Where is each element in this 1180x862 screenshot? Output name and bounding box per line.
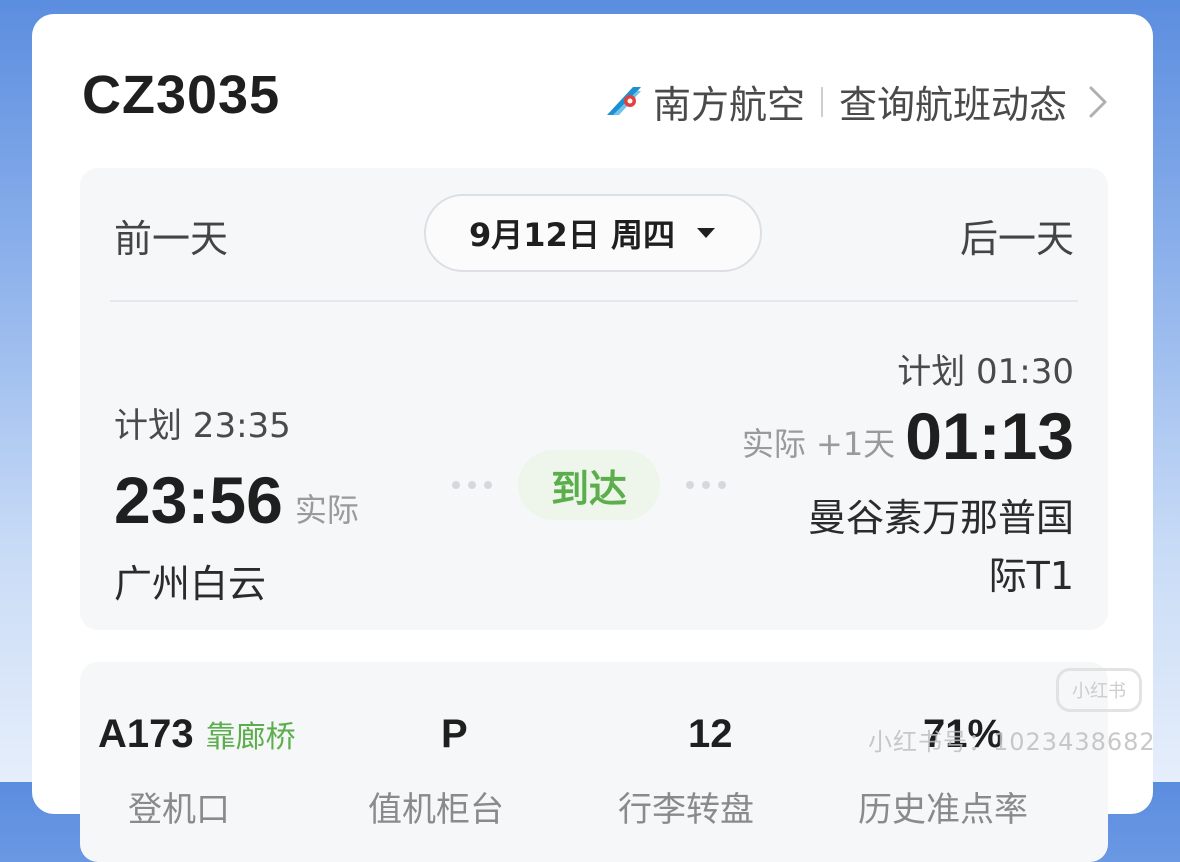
query-flight-status-link[interactable]: 查询航班动态: [839, 74, 1067, 129]
flight-status-panel: 前一天 9月12日 周四 后一天 计划 23:35 23:56 实际 广州白云 …: [80, 168, 1108, 630]
departure-block: 计划 23:35 23:56 实际 广州白云: [114, 398, 359, 608]
flight-number: CZ3035: [82, 65, 281, 125]
gate-value: A173: [98, 712, 194, 756]
status-indicator: 到达: [452, 450, 726, 520]
progress-dots-right: [686, 481, 726, 489]
arrival-block: 计划 01:30 实际 +1天 01:13 曼谷素万那普国际T1: [742, 344, 1074, 605]
chevron-right-icon: [1089, 86, 1107, 117]
progress-dots-left: [452, 481, 492, 489]
checkin-counter-value: P: [441, 712, 468, 756]
on-time-label: 历史准点率: [858, 790, 1028, 830]
arrival-scheduled: 计划 01:30: [897, 352, 1074, 392]
date-selector[interactable]: 9月12日 周四: [424, 194, 762, 272]
baggage-label: 行李转盘: [618, 790, 754, 830]
divider: [110, 300, 1078, 302]
baggage-belt-value: 12: [688, 712, 733, 756]
checkin-label: 值机柜台: [368, 790, 504, 830]
airline-name: 南方航空: [652, 83, 805, 127]
caret-down-icon: [696, 228, 715, 238]
china-southern-logo-icon: [606, 86, 641, 115]
departure-scheduled: 计划 23:35: [114, 406, 291, 446]
arrival-actual-time: 01:13: [905, 399, 1074, 473]
arrival-actual-label: 实际 +1天: [741, 425, 896, 463]
divider: [820, 86, 823, 117]
status-badge: 到达: [518, 450, 660, 520]
flight-details-panel: A173 靠廊桥 P 12 71% 登机口 值机柜台 行李转盘 历史准点率: [80, 662, 1108, 862]
gate-label: 登机口: [128, 790, 230, 830]
next-day-button[interactable]: 后一天: [960, 208, 1074, 263]
flight-card: CZ3035 南方航空 查询航班动态 前一天 9月12日 周四 后一天 计划 2…: [32, 14, 1153, 862]
prev-day-button[interactable]: 前一天: [114, 208, 228, 263]
airline-row[interactable]: 南方航空 查询航班动态: [603, 74, 1109, 129]
departure-airport: 广州白云: [114, 562, 267, 606]
watermark-text: 小红书号：1023438682: [868, 728, 1156, 756]
departure-actual-label: 实际: [294, 491, 359, 529]
arrival-airport: 曼谷素万那普国际T1: [807, 496, 1074, 598]
watermark-logo: 小红书: [1056, 668, 1142, 712]
departure-actual-time: 23:56: [114, 463, 283, 537]
gate-type-tag: 靠廊桥: [205, 720, 296, 755]
date-selector-label: 9月12日 周四: [469, 216, 675, 254]
gate-info: A173 靠廊桥: [98, 712, 296, 757]
